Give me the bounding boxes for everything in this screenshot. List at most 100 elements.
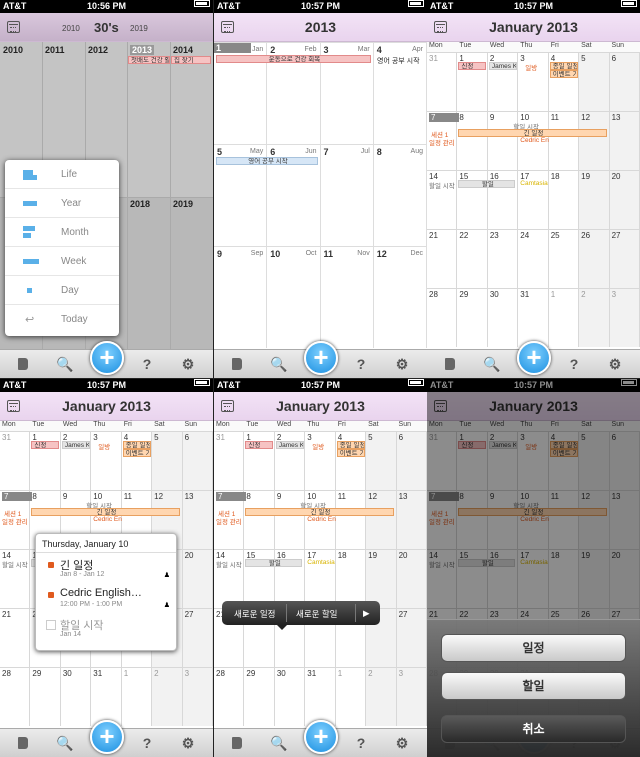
day-cell[interactable]: 3: [305, 431, 336, 490]
day-cell[interactable]: 30: [274, 667, 306, 726]
event-text[interactable]: Camtasia: [307, 559, 334, 566]
day-cell[interactable]: 27: [182, 608, 213, 667]
event-chip[interactable]: 신정: [458, 62, 487, 70]
menu-item-life[interactable]: Life: [5, 160, 119, 189]
day-cell[interactable]: 26: [579, 229, 610, 288]
day-cell[interactable]: 25: [548, 229, 580, 288]
day-cell[interactable]: 8: [244, 490, 275, 549]
day-cell[interactable]: 3: [609, 288, 640, 347]
help-icon[interactable]: ?: [138, 355, 156, 373]
year-cell-current[interactable]: 2013: [130, 45, 155, 55]
task-text[interactable]: 할일 시작: [216, 559, 242, 569]
year-cell[interactable]: 2012: [88, 45, 108, 55]
year-cell[interactable]: 2019: [173, 199, 193, 209]
settings-icon[interactable]: ⚙: [393, 734, 411, 752]
event-chip[interactable]: 종일 일정: [549, 62, 578, 70]
day-cell[interactable]: 20: [396, 549, 427, 608]
day-cell[interactable]: 19: [366, 549, 397, 608]
month-cell[interactable]: 11 Nov: [320, 246, 374, 348]
event-text[interactable]: 일방: [525, 62, 537, 72]
task-text[interactable]: 할일 시작: [2, 559, 28, 569]
search-icon[interactable]: 🔍: [56, 355, 74, 373]
next-year-label[interactable]: 2019: [130, 24, 148, 33]
day-cell[interactable]: 19: [579, 170, 610, 229]
day-cell[interactable]: 22: [457, 229, 488, 288]
day-cell[interactable]: 13: [182, 490, 213, 549]
event-text[interactable]: 일정 관리: [2, 516, 28, 526]
day-cell[interactable]: 1: [335, 667, 367, 726]
day-cell[interactable]: 4: [335, 431, 367, 490]
event-chip[interactable]: 긴 일정: [31, 508, 180, 516]
day-cell[interactable]: 23: [487, 229, 519, 288]
day-cell[interactable]: 2: [60, 431, 92, 490]
event-chip[interactable]: 신정: [245, 441, 274, 449]
day-cell[interactable]: 9: [274, 490, 306, 549]
new-event-sheet-button[interactable]: 일정: [441, 634, 626, 662]
year-cell[interactable]: 2014: [173, 45, 193, 55]
add-button[interactable]: +: [304, 341, 338, 375]
day-cell[interactable]: 8: [457, 111, 488, 170]
day-cell[interactable]: 14: [214, 549, 245, 608]
day-cell[interactable]: 4: [548, 52, 580, 111]
popover-event-item[interactable]: 긴 일정 Jan 8 - Jan 12 ♟: [42, 556, 172, 584]
menu-item-day[interactable]: Day: [5, 276, 119, 305]
day-cell[interactable]: 31: [0, 431, 31, 490]
day-cell[interactable]: 31: [305, 667, 336, 726]
day-cell[interactable]: 13: [396, 490, 427, 549]
event-chip[interactable]: 이벤트 기: [336, 449, 365, 457]
day-cell[interactable]: 6: [182, 431, 213, 490]
day-cell[interactable]: 29: [457, 288, 488, 347]
day-cell[interactable]: 24: [518, 229, 549, 288]
checkbox[interactable]: [46, 620, 56, 630]
help-icon[interactable]: ?: [352, 355, 370, 373]
add-button[interactable]: +: [90, 720, 124, 754]
day-cell[interactable]: 5: [152, 431, 183, 490]
help-icon[interactable]: ?: [138, 734, 156, 752]
day-cell[interactable]: 3: [182, 667, 213, 726]
event-chip[interactable]: 이벤트 기: [122, 449, 151, 457]
settings-icon[interactable]: ⚙: [179, 355, 197, 373]
settings-icon[interactable]: ⚙: [606, 355, 624, 373]
calendar-icon[interactable]: [7, 21, 20, 33]
day-cell[interactable]: 5: [579, 52, 610, 111]
task-text[interactable]: 할일 시작: [429, 180, 455, 190]
day-cell[interactable]: 17: [305, 549, 336, 608]
event-text[interactable]: 일정 관리: [429, 137, 455, 147]
add-button[interactable]: +: [304, 720, 338, 754]
day-cell[interactable]: 30: [60, 667, 92, 726]
event-text[interactable]: 일방: [98, 441, 110, 451]
help-icon[interactable]: ?: [352, 734, 370, 752]
cancel-button[interactable]: 취소: [441, 715, 626, 743]
event-chip[interactable]: 이벤트 기: [549, 70, 578, 78]
day-cell[interactable]: 1: [244, 431, 275, 490]
month-cell[interactable]: 8 Aug: [373, 144, 427, 246]
day-cell[interactable]: 18: [548, 170, 580, 229]
year-cell[interactable]: 2018: [130, 199, 150, 209]
book-icon[interactable]: [228, 734, 246, 752]
day-cell[interactable]: 27: [609, 229, 640, 288]
new-task-button[interactable]: 새로운 할일: [296, 608, 337, 620]
search-icon[interactable]: 🔍: [483, 355, 501, 373]
settings-icon[interactable]: ⚙: [179, 734, 197, 752]
day-cell[interactable]: 6: [396, 431, 427, 490]
day-cell[interactable]: 14: [0, 549, 31, 608]
day-cell[interactable]: 29: [244, 667, 275, 726]
add-button[interactable]: +: [517, 341, 551, 375]
book-icon[interactable]: [441, 355, 459, 373]
event-text[interactable]: Cedric En: [307, 516, 336, 523]
event-chip[interactable]: 종일 일정: [122, 441, 151, 449]
day-cell[interactable]: 14: [427, 170, 458, 229]
menu-item-month[interactable]: Month: [5, 218, 119, 247]
day-cell[interactable]: 1: [457, 52, 488, 111]
popover-task-item[interactable]: 할일 시작 Jan 14: [42, 616, 172, 644]
day-cell[interactable]: 17: [518, 170, 549, 229]
task-chip[interactable]: 할일: [458, 180, 516, 188]
event-chip[interactable]: 긴 일정: [458, 129, 607, 137]
day-cell[interactable]: 20: [182, 549, 213, 608]
year-event[interactable]: 영어 공부 시작: [377, 56, 420, 66]
event-text[interactable]: Cedric En: [520, 137, 549, 144]
search-icon[interactable]: 🔍: [270, 734, 288, 752]
day-cell[interactable]: 21: [0, 608, 31, 667]
day-cell[interactable]: 2: [274, 431, 306, 490]
day-cell[interactable]: 16: [274, 549, 306, 608]
